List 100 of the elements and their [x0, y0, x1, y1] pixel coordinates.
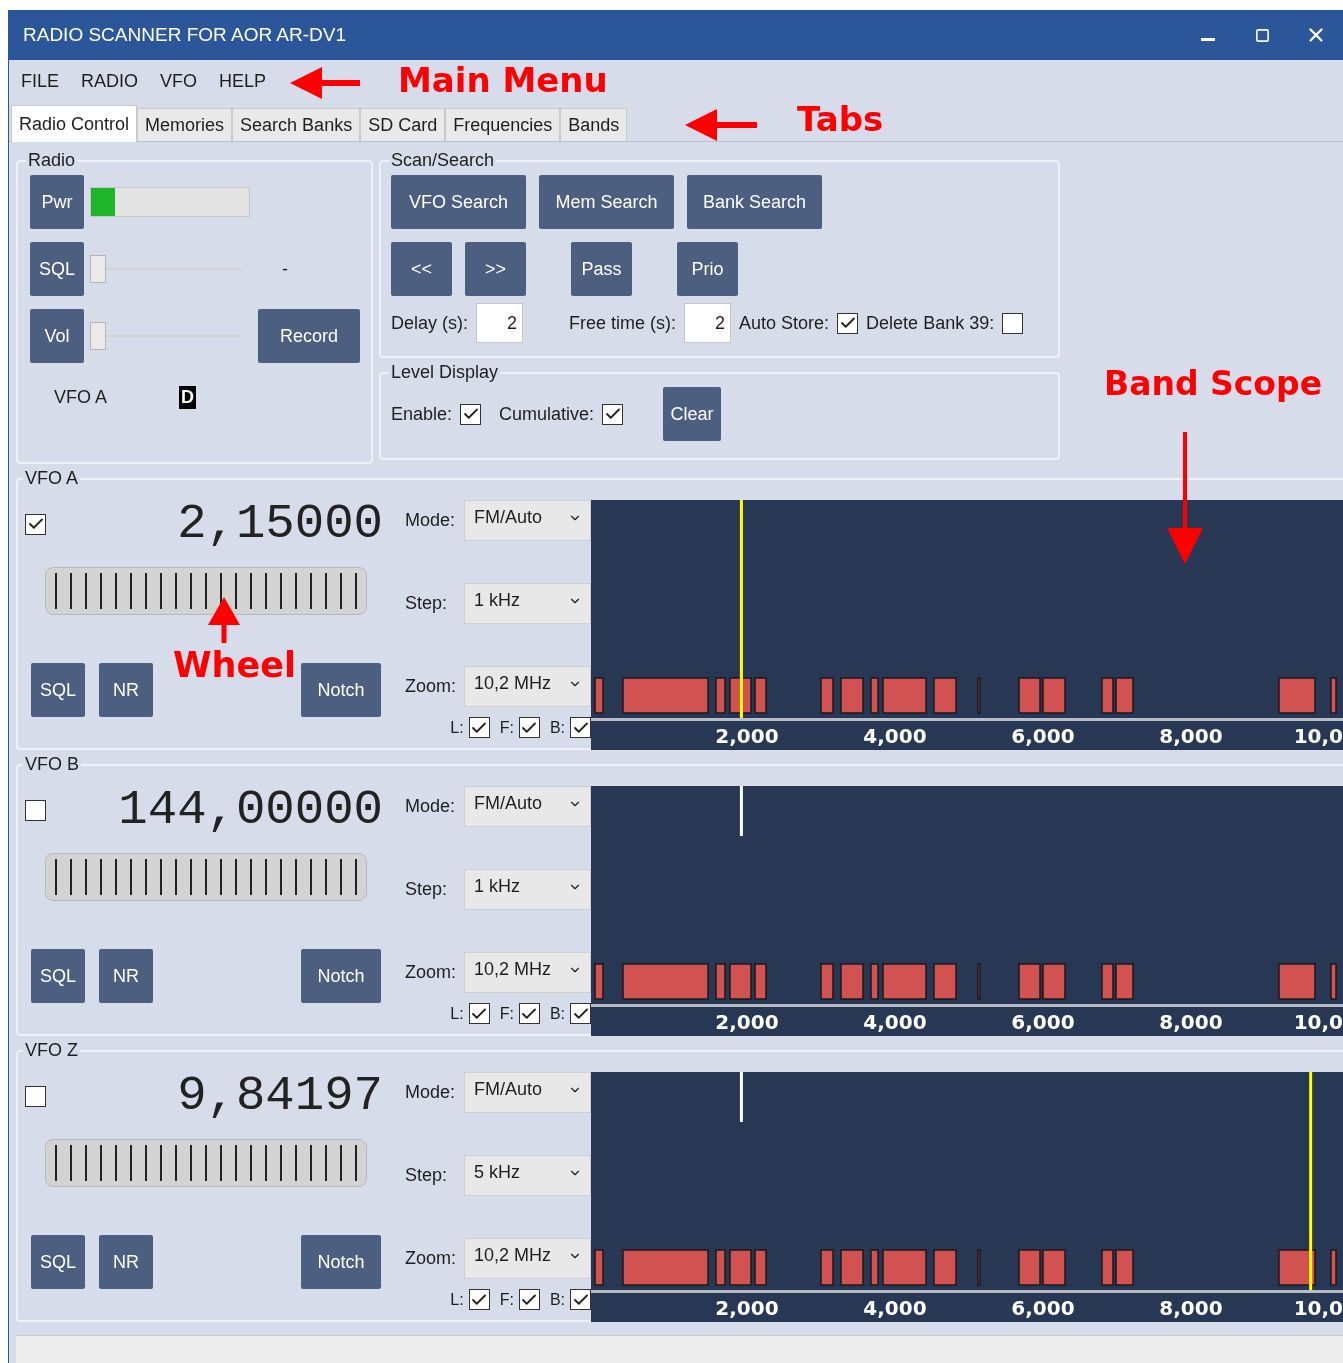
- pass-button[interactable]: Pass: [571, 242, 632, 296]
- mode-select[interactable]: FM/Auto: [464, 1072, 591, 1113]
- power-button[interactable]: Pwr: [30, 175, 84, 229]
- toggle-checkbox[interactable]: [468, 1289, 490, 1310]
- toggle-checkbox[interactable]: [468, 717, 490, 738]
- toggle-label: B:: [549, 1004, 565, 1023]
- tab[interactable]: Frequencies: [445, 108, 561, 141]
- nr-button[interactable]: NR: [99, 949, 153, 1003]
- field-label: Delete Bank 39:: [866, 312, 995, 334]
- cumulative-checkbox[interactable]: [602, 403, 624, 425]
- tab[interactable]: Search Banks: [232, 108, 361, 141]
- delay-field[interactable]: 2: [476, 303, 523, 343]
- field-label: Cumulative:: [499, 403, 595, 425]
- auto-store-checkbox[interactable]: [837, 312, 859, 334]
- prio-button[interactable]: Prio: [677, 242, 738, 296]
- group-title: VFO B: [24, 754, 80, 775]
- toggle-checkbox[interactable]: [468, 1003, 490, 1024]
- nr-button[interactable]: NR: [99, 663, 153, 717]
- annotation-text: Tabs: [797, 99, 884, 139]
- step-select[interactable]: 1 kHz: [464, 869, 591, 910]
- menu-item[interactable]: FILE: [21, 70, 59, 92]
- tab[interactable]: Bands: [560, 108, 628, 141]
- record-button[interactable]: Record: [258, 309, 360, 363]
- notch-button[interactable]: Notch: [301, 1235, 381, 1289]
- step-select[interactable]: 5 kHz: [464, 1155, 591, 1196]
- tuning-wheel[interactable]: [45, 567, 367, 615]
- vfo-checkbox[interactable]: [25, 1085, 46, 1107]
- axis-label: 2,000: [715, 1010, 779, 1034]
- arrow-icon: [683, 107, 759, 143]
- field-label: Step:: [405, 1165, 448, 1186]
- field-label: Mode:: [405, 510, 456, 531]
- notch-button[interactable]: Notch: [301, 949, 381, 1003]
- nr-button[interactable]: NR: [99, 1235, 153, 1289]
- mode-select[interactable]: FM/Auto: [464, 786, 591, 827]
- menu-item[interactable]: HELP: [219, 70, 267, 92]
- axis-label: 8,000: [1159, 1010, 1223, 1034]
- mode-select[interactable]: FM/Auto: [464, 500, 591, 541]
- mode-badge: D: [179, 386, 196, 409]
- field-label: Auto Store:: [739, 312, 830, 334]
- volume-slider[interactable]: [90, 322, 242, 350]
- frequency-display: 2,15000: [177, 496, 383, 552]
- vfo-checkbox[interactable]: [25, 513, 46, 535]
- free-time-field[interactable]: 2: [684, 303, 732, 343]
- vfo-checkbox[interactable]: [25, 799, 46, 821]
- zoom-select[interactable]: 10,2 MHz: [464, 1238, 591, 1279]
- volume-button[interactable]: Vol: [30, 309, 84, 363]
- axis-label: 8,000: [1159, 724, 1223, 748]
- toggle-label: L:: [450, 1004, 464, 1023]
- field-label: Mode:: [405, 1082, 456, 1103]
- tuning-wheel[interactable]: [45, 1139, 367, 1187]
- annotation-text: Wheel: [173, 645, 296, 685]
- sql-button[interactable]: SQL: [31, 1235, 85, 1289]
- frequency-display: 144,00000: [118, 782, 383, 838]
- toggle-checkbox[interactable]: [570, 1003, 591, 1024]
- zoom-select[interactable]: 10,2 MHz: [464, 666, 591, 707]
- previous-button[interactable]: <<: [391, 242, 452, 296]
- sql-button[interactable]: SQL: [31, 949, 85, 1003]
- window-title: RADIO SCANNER FOR AOR AR-DV1: [23, 24, 348, 46]
- notch-button[interactable]: Notch: [301, 663, 381, 717]
- tab[interactable]: SD Card: [360, 108, 446, 141]
- axis-label: 4,000: [863, 724, 927, 748]
- zoom-select[interactable]: 10,2 MHz: [464, 952, 591, 993]
- minimize-icon: [1201, 38, 1215, 41]
- axis-label: 2,000: [715, 1296, 779, 1320]
- axis-label: 10,0: [1293, 1296, 1343, 1320]
- next-button[interactable]: >>: [465, 242, 526, 296]
- field-label: Zoom:: [405, 1248, 456, 1269]
- tab[interactable]: Radio Control: [11, 105, 138, 142]
- vfo-label: VFO A: [54, 387, 107, 408]
- sql-button[interactable]: SQL: [31, 663, 85, 717]
- group-title: Radio: [27, 150, 77, 171]
- field-label: Zoom:: [405, 676, 456, 697]
- field-label: Delay (s):: [391, 312, 468, 334]
- search-button[interactable]: Bank Search: [687, 175, 822, 229]
- step-select[interactable]: 1 kHz: [464, 583, 591, 624]
- menu-item[interactable]: RADIO: [81, 70, 139, 92]
- clear-button[interactable]: Clear: [663, 387, 722, 441]
- toggle-checkbox[interactable]: [570, 717, 591, 738]
- group-title: VFO Z: [24, 1040, 79, 1061]
- annotation-text: Main Menu: [398, 60, 608, 100]
- axis-label: 8,000: [1159, 1296, 1223, 1320]
- search-button[interactable]: VFO Search: [391, 175, 526, 229]
- toggle-checkbox[interactable]: [518, 1003, 540, 1024]
- toggle-label: B:: [549, 1290, 565, 1309]
- tuning-wheel[interactable]: [45, 853, 367, 901]
- search-button[interactable]: Mem Search: [539, 175, 674, 229]
- axis-label: 6,000: [1011, 1296, 1075, 1320]
- menu-item[interactable]: VFO: [160, 70, 198, 92]
- toggle-checkbox[interactable]: [570, 1289, 591, 1310]
- squelch-slider[interactable]: [90, 255, 242, 283]
- toggle-label: F:: [499, 1004, 514, 1023]
- sql-button[interactable]: SQL: [30, 242, 84, 296]
- tab[interactable]: Memories: [137, 108, 233, 141]
- enable-checkbox[interactable]: [460, 403, 482, 425]
- squelch-reading: -: [282, 258, 288, 280]
- group-title: VFO A: [24, 468, 79, 489]
- delete-bank-checkbox[interactable]: [1002, 312, 1024, 334]
- toggle-checkbox[interactable]: [518, 1289, 540, 1310]
- toggle-checkbox[interactable]: [518, 717, 540, 738]
- axis-label: 10,0: [1293, 724, 1343, 748]
